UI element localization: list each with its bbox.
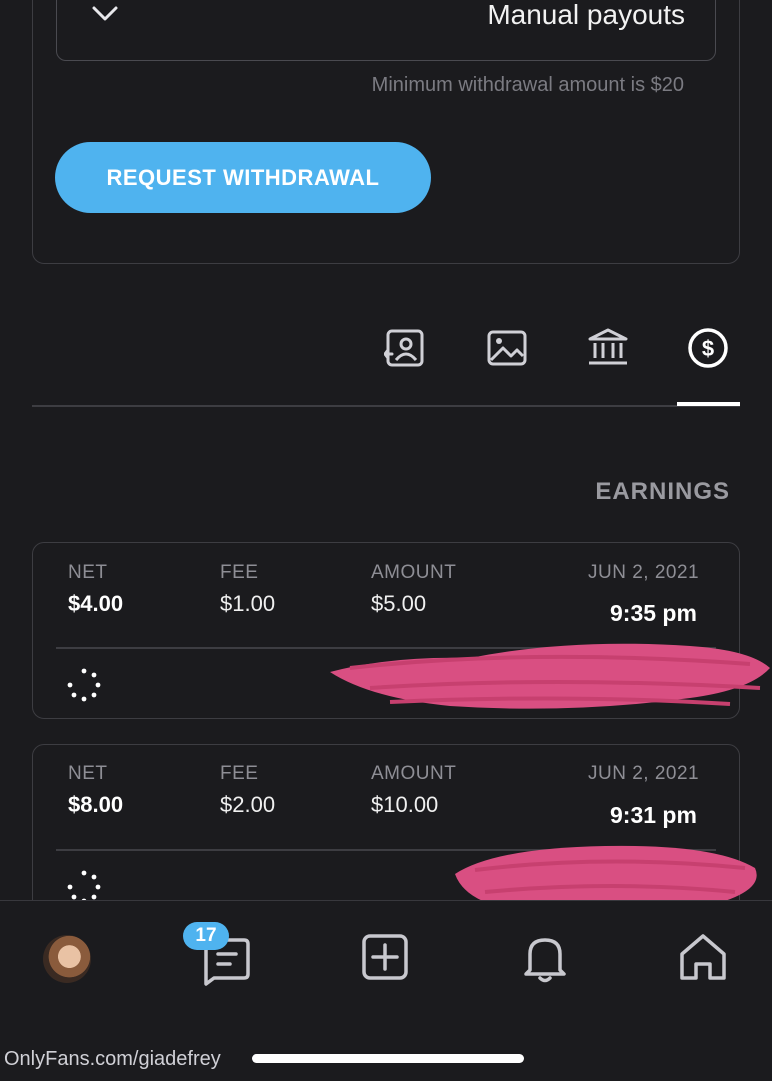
watermark-url: OnlyFans.com/giadefrey bbox=[4, 1048, 221, 1070]
net-value: $8.00 bbox=[68, 792, 124, 817]
bank-icon[interactable] bbox=[586, 326, 630, 370]
payout-method-select[interactable]: Manual payouts bbox=[56, 0, 716, 61]
request-withdrawal-label: REQUEST WITHDRAWAL bbox=[106, 164, 380, 190]
time-value: 9:35 pm bbox=[610, 600, 697, 626]
loading-spinner-icon bbox=[67, 668, 101, 702]
home-indicator bbox=[252, 1054, 524, 1063]
request-withdrawal-button[interactable]: REQUEST WITHDRAWAL bbox=[55, 142, 431, 213]
bell-icon[interactable] bbox=[518, 930, 572, 984]
earnings-title: EARNINGS bbox=[595, 478, 730, 505]
amount-value: $10.00 bbox=[371, 792, 439, 817]
fee-value: $2.00 bbox=[220, 792, 276, 817]
net-header: NET bbox=[68, 562, 108, 583]
date-value: JUN 2, 2021 bbox=[588, 763, 700, 784]
loading-spinner-icon bbox=[67, 870, 101, 904]
redaction-scribble bbox=[330, 643, 770, 709]
active-tab-indicator bbox=[677, 402, 740, 406]
svg-text:$: $ bbox=[702, 336, 714, 361]
amount-header: AMOUNT bbox=[371, 763, 457, 784]
payout-method-value: Manual payouts bbox=[487, 0, 685, 30]
avatar[interactable] bbox=[43, 935, 91, 983]
fee-header: FEE bbox=[220, 763, 259, 784]
messages-badge: 17 bbox=[183, 922, 229, 950]
amount-value: $5.00 bbox=[371, 591, 427, 616]
home-icon[interactable] bbox=[676, 930, 730, 984]
fee-value: $1.00 bbox=[220, 591, 276, 616]
amount-header: AMOUNT bbox=[371, 562, 457, 583]
dollar-circle-icon[interactable]: $ bbox=[686, 326, 730, 370]
date-value: JUN 2, 2021 bbox=[588, 562, 700, 583]
user-card-icon[interactable] bbox=[384, 326, 428, 370]
image-icon[interactable] bbox=[485, 326, 529, 370]
chevron-down-icon bbox=[92, 6, 118, 21]
net-header: NET bbox=[68, 763, 108, 784]
tabs-divider bbox=[32, 405, 740, 407]
net-value: $4.00 bbox=[68, 591, 124, 616]
plus-square-icon[interactable] bbox=[358, 930, 412, 984]
minimum-withdrawal-note: Minimum withdrawal amount is $20 bbox=[371, 74, 684, 96]
fee-header: FEE bbox=[220, 562, 259, 583]
time-value: 9:31 pm bbox=[610, 802, 697, 828]
